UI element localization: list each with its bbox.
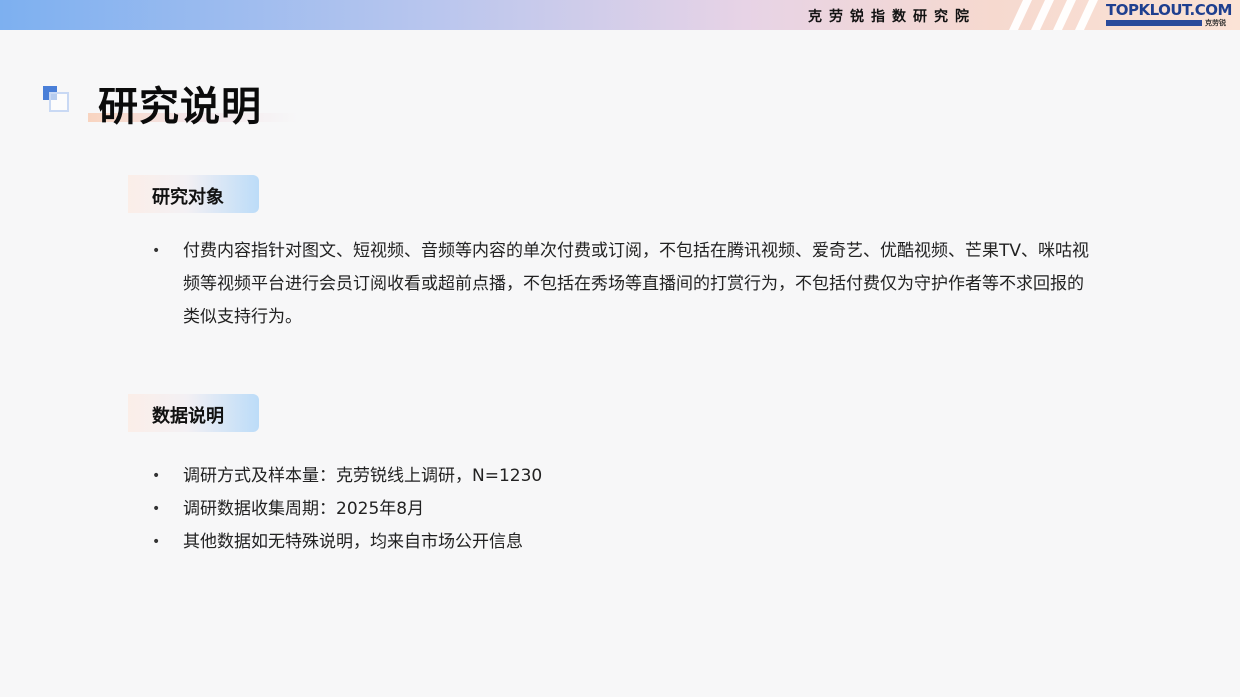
list-item: 付费内容指针对图文、短视频、音频等内容的单次付费或订阅，不包括在腾讯视频、爱奇艺… — [150, 235, 1090, 334]
research-object-list: 付费内容指针对图文、短视频、音频等内容的单次付费或订阅，不包括在腾讯视频、爱奇艺… — [150, 235, 1090, 334]
logo-sub-text: 克劳锐 — [1205, 19, 1226, 27]
header-stripes-decoration — [1008, 0, 1108, 30]
list-item: 调研方式及样本量：克劳锐线上调研，N=1230 — [150, 460, 850, 493]
list-item: 调研数据收集周期：2025年8月 — [150, 493, 850, 526]
title-square-icon — [43, 86, 71, 112]
section-tag-data-notes: 数据说明 — [128, 394, 259, 432]
section-label: 研究对象 — [152, 187, 224, 208]
institute-name: 克劳锐指数研究院 — [808, 9, 976, 25]
section-label: 数据说明 — [152, 406, 224, 427]
logo-subline: 克劳锐 — [1106, 18, 1236, 28]
page-title: 研究说明 — [98, 84, 262, 130]
list-item: 其他数据如无特殊说明，均来自市场公开信息 — [150, 526, 850, 559]
data-notes-list: 调研方式及样本量：克劳锐线上调研，N=1230 调研数据收集周期：2025年8月… — [150, 460, 850, 559]
logo-tagline-bar — [1106, 20, 1202, 26]
section-tag-research-object: 研究对象 — [128, 175, 259, 213]
logo-text: TOPKLOUT.COM — [1106, 1, 1232, 19]
topklout-logo[interactable]: TOPKLOUT.COM 克劳锐 — [1106, 2, 1236, 30]
